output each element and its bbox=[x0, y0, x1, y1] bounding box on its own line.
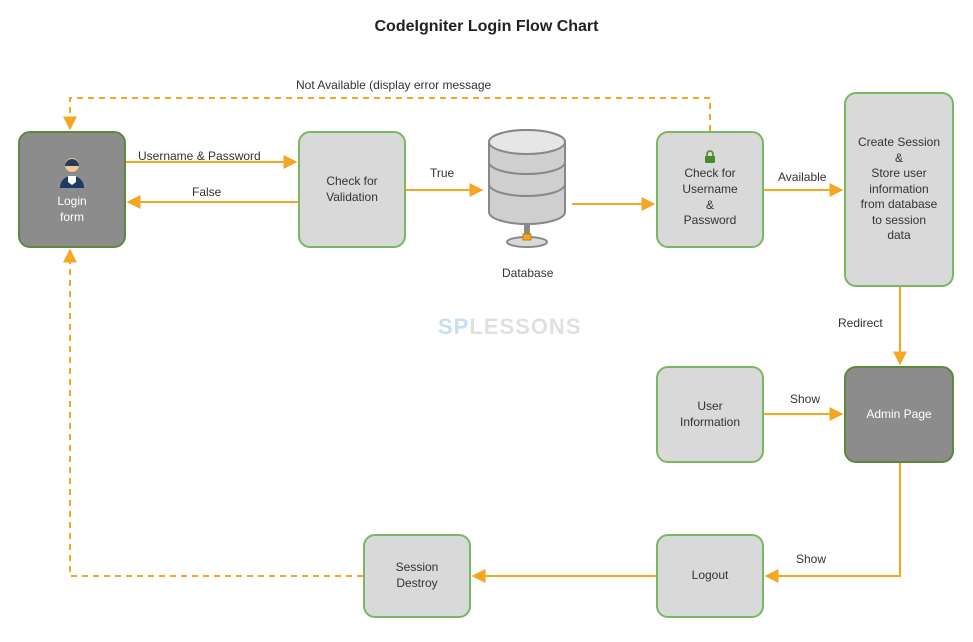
node-check-user-pass: Check forUsername&Password bbox=[656, 131, 764, 248]
node-label: SessionDestroy bbox=[396, 560, 439, 591]
edge-label-not-available: Not Available (display error message bbox=[296, 78, 491, 92]
node-logout: Logout bbox=[656, 534, 764, 618]
node-database bbox=[484, 128, 570, 268]
edge-label-available: Available bbox=[778, 170, 826, 184]
database-icon bbox=[484, 128, 570, 248]
node-user-information: UserInformation bbox=[656, 366, 764, 463]
node-label: Logout bbox=[692, 568, 729, 584]
person-icon bbox=[54, 154, 90, 190]
edge-label-true: True bbox=[430, 166, 454, 180]
node-label: Check forValidation bbox=[326, 174, 378, 205]
node-admin-page: Admin Page bbox=[844, 366, 954, 463]
node-label: Admin Page bbox=[866, 407, 931, 423]
node-create-session: Create Session&Store userinformationfrom… bbox=[844, 92, 954, 287]
edge-label-false: False bbox=[192, 185, 221, 199]
node-label: Loginform bbox=[57, 194, 86, 225]
node-check-validation: Check forValidation bbox=[298, 131, 406, 248]
node-login-form: Loginform bbox=[18, 131, 126, 248]
edge-label-redirect: Redirect bbox=[838, 316, 883, 330]
database-label: Database bbox=[502, 266, 553, 280]
node-label: UserInformation bbox=[680, 399, 740, 430]
lock-icon bbox=[703, 150, 717, 164]
watermark: SPLESSONS bbox=[438, 314, 582, 340]
page-title: CodeIgniter Login Flow Chart bbox=[0, 18, 973, 36]
edge-label-username-password: Username & Password bbox=[138, 149, 261, 163]
node-label: Check forUsername&Password bbox=[682, 166, 737, 228]
edge-label-show2: Show bbox=[796, 552, 826, 566]
watermark-text: LESSONS bbox=[469, 314, 581, 339]
node-label: Create Session&Store userinformationfrom… bbox=[858, 135, 940, 244]
edge-label-show1: Show bbox=[790, 392, 820, 406]
node-session-destroy: SessionDestroy bbox=[363, 534, 471, 618]
